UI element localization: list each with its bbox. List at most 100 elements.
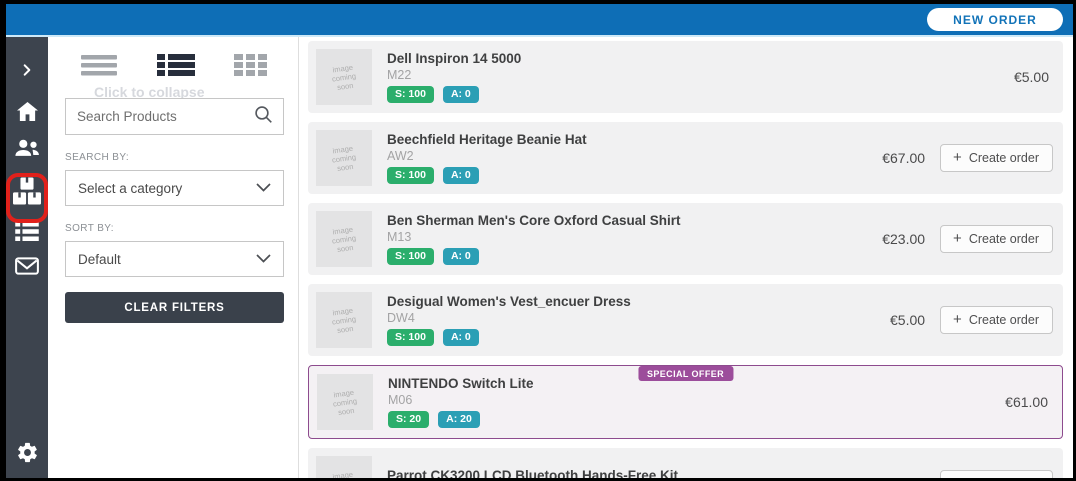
sidebar-item-collapse[interactable] — [6, 57, 48, 87]
stock-badge: S: 100 — [387, 329, 434, 346]
product-info: Dell Inspiron 14 5000 M22 S: 100 A: 0 — [387, 51, 1014, 104]
product-info: Parrot CK3200 LCD Bluetooth Hands-Free K… — [387, 468, 890, 478]
mail-icon — [15, 257, 39, 280]
product-row[interactable]: image coming soon Parrot CK3200 LCD Blue… — [308, 448, 1063, 478]
sort-select[interactable]: Default — [65, 241, 284, 277]
create-order-button[interactable]: + Create order — [940, 225, 1053, 253]
product-price: €5.00 — [1014, 69, 1049, 85]
product-row[interactable]: image coming soon Beechfield Heritage Be… — [308, 122, 1063, 194]
allocated-badge: A: 0 — [443, 248, 479, 265]
product-title: Desigual Women's Vest_encuer Dress — [387, 294, 697, 311]
sort-select-value: Default — [78, 252, 121, 267]
product-sku: M13 — [387, 230, 882, 244]
search-icon[interactable] — [254, 105, 273, 129]
product-sku: M22 — [387, 68, 1014, 82]
product-row[interactable]: image coming soon Dell Inspiron 14 5000 … — [308, 41, 1063, 113]
image-coming-soon-text: image coming soon — [326, 386, 363, 417]
product-badges: S: 100 A: 0 — [387, 248, 882, 265]
search-input[interactable] — [77, 109, 254, 124]
stock-badge: S: 100 — [387, 86, 434, 103]
sidebar-item-products[interactable] — [6, 173, 48, 213]
product-image-placeholder: image coming soon — [316, 456, 372, 478]
main-area: Click to collapse SEARCH BY: Select a ca… — [6, 37, 1073, 478]
plus-icon: + — [953, 312, 962, 327]
filter-panel: Click to collapse SEARCH BY: Select a ca… — [48, 37, 299, 478]
search-box — [65, 98, 284, 135]
product-row[interactable]: image coming soon Ben Sherman Men's Core… — [308, 203, 1063, 275]
product-info: Beechfield Heritage Beanie Hat AW2 S: 10… — [387, 132, 882, 185]
image-coming-soon-text: image coming soon — [325, 468, 362, 478]
allocated-badge: A: 0 — [443, 86, 479, 103]
plus-icon: + — [953, 150, 962, 165]
boxes-icon — [13, 176, 41, 211]
product-info: Desigual Women's Vest_encuer Dress DW4 S… — [387, 294, 890, 347]
category-select-value: Select a category — [78, 181, 182, 196]
product-price: €23.00 — [882, 231, 925, 247]
product-actions: €67.00 + Create order — [882, 144, 1053, 172]
chevron-right-icon — [20, 62, 34, 83]
create-order-button[interactable]: + Create order — [940, 144, 1053, 172]
product-title: Ben Sherman Men's Core Oxford Casual Shi… — [387, 213, 697, 230]
product-image-placeholder: image coming soon — [316, 130, 372, 186]
sidebar-item-orders[interactable] — [6, 219, 48, 249]
product-info: Ben Sherman Men's Core Oxford Casual Shi… — [387, 213, 882, 266]
chevron-down-icon — [256, 179, 271, 197]
product-title: Dell Inspiron 14 5000 — [387, 51, 697, 68]
allocated-badge: A: 0 — [443, 329, 479, 346]
create-order-label: Create order — [969, 477, 1039, 479]
image-coming-soon-text: image coming soon — [325, 142, 362, 173]
stock-badge: S: 20 — [388, 411, 429, 428]
product-sku: M06 — [388, 393, 1005, 407]
create-order-button[interactable]: + Create order — [940, 470, 1053, 478]
product-price: €67.00 — [882, 150, 925, 166]
stock-badge: S: 100 — [387, 167, 434, 184]
product-sku: DW4 — [387, 311, 890, 325]
product-price: €0.00 — [890, 476, 925, 478]
product-actions: €23.00 + Create order — [882, 225, 1053, 253]
search-by-label: SEARCH BY: — [65, 152, 284, 163]
product-badges: S: 20 A: 20 — [388, 411, 1005, 428]
product-actions: €5.00 + Create order — [890, 306, 1053, 334]
app-window: NEW ORDER — [0, 0, 1076, 481]
list-view-icon[interactable] — [157, 53, 195, 82]
product-image-placeholder: image coming soon — [316, 292, 372, 348]
home-icon — [16, 101, 39, 127]
sidebar-nav — [6, 37, 48, 478]
product-sku: AW2 — [387, 149, 882, 163]
users-icon — [14, 139, 40, 162]
product-actions: €5.00 — [1014, 69, 1053, 85]
gear-icon — [16, 441, 39, 469]
product-row[interactable]: SPECIAL OFFER image coming soon NINTENDO… — [308, 365, 1063, 439]
sidebar-item-customers[interactable] — [6, 135, 48, 165]
hamburger-view-icon[interactable] — [81, 53, 117, 82]
grid-view-icon[interactable] — [234, 53, 268, 82]
create-order-label: Create order — [969, 313, 1039, 327]
product-row[interactable]: image coming soon Desigual Women's Vest_… — [308, 284, 1063, 356]
top-bar: NEW ORDER — [6, 4, 1073, 37]
create-order-button[interactable]: + Create order — [940, 306, 1053, 334]
stock-badge: S: 100 — [387, 248, 434, 265]
image-coming-soon-text: image coming soon — [325, 223, 362, 254]
product-badges: S: 100 A: 0 — [387, 329, 890, 346]
sidebar-item-home[interactable] — [6, 99, 48, 129]
chevron-down-icon — [256, 250, 271, 268]
create-order-label: Create order — [969, 151, 1039, 165]
product-image-placeholder: image coming soon — [317, 374, 373, 430]
product-title: Beechfield Heritage Beanie Hat — [387, 132, 697, 149]
product-image-placeholder: image coming soon — [316, 211, 372, 267]
screen: NEW ORDER — [6, 4, 1073, 478]
view-toggles — [65, 51, 284, 82]
allocated-badge: A: 0 — [443, 167, 479, 184]
product-badges: S: 100 A: 0 — [387, 167, 882, 184]
image-coming-soon-text: image coming soon — [325, 304, 362, 335]
plus-icon: + — [953, 476, 962, 478]
product-list: image coming soon Dell Inspiron 14 5000 … — [299, 37, 1073, 478]
list-icon — [15, 222, 39, 246]
sidebar-item-messages[interactable] — [6, 253, 48, 283]
new-order-button[interactable]: NEW ORDER — [927, 8, 1063, 31]
category-select[interactable]: Select a category — [65, 170, 284, 206]
product-price: €61.00 — [1005, 394, 1048, 410]
sidebar-item-settings[interactable] — [6, 440, 48, 470]
allocated-badge: A: 20 — [438, 411, 480, 428]
clear-filters-button[interactable]: CLEAR FILTERS — [65, 292, 284, 323]
